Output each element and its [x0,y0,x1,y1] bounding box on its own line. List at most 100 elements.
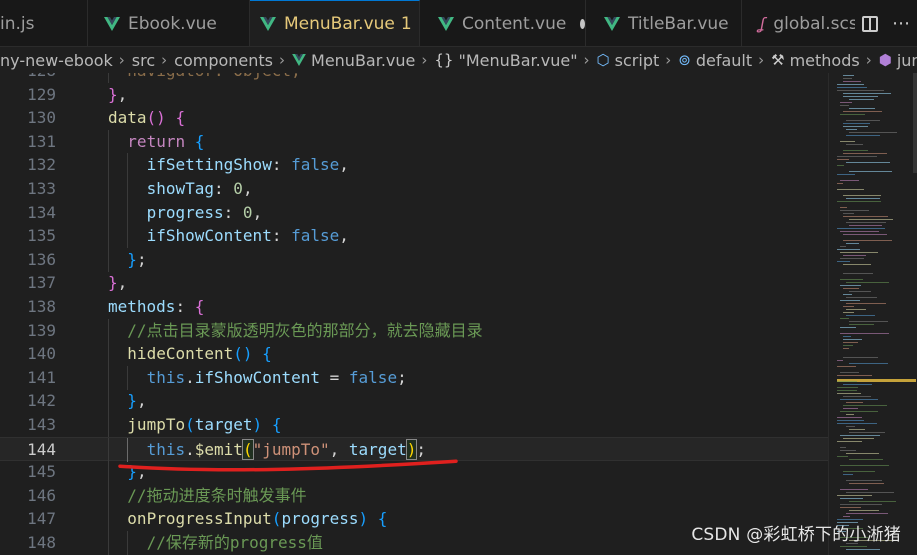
indent-guide [108,483,109,508]
code-token: } [127,391,137,411]
breadcrumb-item-module[interactable]: {} "MenuBar.vue" [434,51,577,70]
code-line[interactable]: 138 methods: { [0,295,828,319]
tab-menubar-vue[interactable]: MenuBar.vue 1 × [250,0,420,46]
watermark: CSDN @彩虹桥下的小淅猪 [691,525,901,545]
more-actions-icon[interactable]: ⋯ [892,13,910,34]
code-line[interactable]: 130 data() { [0,106,828,130]
line-number: 134 [27,202,56,222]
minimap-line [846,303,886,304]
indent-guide [108,365,109,390]
code-text: progress: 0, [147,201,263,225]
code-line[interactable]: 139 //点击目录蒙版透明灰色的那部分，就去隐藏目录 [0,318,828,343]
breadcrumb-label: "MenuBar.vue" [458,50,578,70]
tab-global-scss[interactable]: ʆ global.scss [742,0,862,46]
code-text: }; [127,248,146,272]
minimap-line [840,114,865,115]
scss-icon: ʆ [760,14,766,33]
line-number: 146 [27,485,56,505]
minimap-line [843,111,882,112]
minimap-line [849,219,893,220]
vue-icon [438,16,454,31]
minimap-line [849,132,897,133]
code-token: , [339,155,349,175]
code-token: : [271,226,292,246]
code-token: { [175,108,186,128]
code-token: //拖动进度条时触发事件 [127,485,307,505]
indent-guide [127,153,129,178]
tab-ebook-vue[interactable]: Ebook.vue [88,0,250,46]
code-editor[interactable]: 128navigator: Object,129},130data() {131… [0,73,828,555]
minimap-line [843,342,858,343]
breadcrumb-item-jumpto[interactable]: ⬢ jumpTo [879,51,917,70]
line-number: 132 [27,155,56,175]
code-token: , [291,73,301,80]
chevron-right-icon: › [279,51,286,69]
code-token: : [175,297,195,316]
code-line[interactable]: 144 this.$emit("jumpTo", target); [0,436,828,462]
line-number: 139 [27,320,56,340]
minimap-line [843,78,852,79]
minimap-line [843,348,849,349]
minimap[interactable] [828,73,917,555]
breadcrumb-item-methods[interactable]: ⚒ methods [771,51,860,70]
breadcrumb-item-default[interactable]: ⊚ default [678,51,752,70]
line-number: 133 [27,179,56,198]
tab-label: in.js [0,13,35,34]
indent-guide [108,200,109,225]
breadcrumb-item-root[interactable]: ny-new-ebook [0,51,113,70]
minimap-line [843,396,871,397]
code-line[interactable]: 131 return { [0,129,828,154]
minimap-line [843,153,887,154]
line-number: 135 [27,226,56,246]
breadcrumb-label: script [614,50,660,70]
minimap-line [843,438,874,439]
code-line[interactable]: 133 showTag: 0, [0,177,828,201]
scrollbar-thumb[interactable] [913,73,917,173]
tab-titlebar-vue[interactable]: TitleBar.vue [586,0,742,46]
tab-content-vue[interactable]: Content.vue [420,0,586,46]
code-line[interactable]: 145}, [0,460,828,485]
code-line[interactable]: 128 navigator: Object, [0,73,828,83]
code-line[interactable]: 135 ifShowContent: false, [0,224,828,249]
code-line[interactable]: 136}; [0,247,828,272]
breadcrumb-item-file[interactable]: MenuBar.vue [292,51,415,70]
minimap-line [840,447,846,448]
minimap-line [846,549,880,550]
tab-label: global.scss [773,13,862,34]
code-line[interactable]: 137}, [0,271,828,295]
code-line[interactable]: 146 //拖动进度条时触发事件 [0,483,828,508]
minimap-line [837,183,843,184]
code-token: ( [185,415,195,434]
split-editor-icon[interactable] [862,15,878,32]
minimap-line [843,255,866,256]
code-token: jumpTo [127,415,186,434]
unsaved-dot-icon[interactable] [580,18,585,29]
minimap-line [849,321,888,322]
code-line[interactable]: 143 jumpTo(target) { [0,413,828,437]
minimap-line [837,84,864,85]
tab-main-js[interactable]: in.js [0,0,88,46]
breadcrumb-item-components[interactable]: components [174,51,273,70]
code-line[interactable]: 141 this.ifShowContent = false; [0,365,828,390]
indent-guide [127,531,129,555]
code-token: 0 [233,179,243,198]
minimap-line [837,360,843,361]
minimap-line [846,480,882,481]
minimap-line [846,402,863,403]
code-text: this.ifShowContent = false; [147,366,407,390]
code-line[interactable]: 134 progress: 0, [0,200,828,225]
code-token: hideContent [127,344,234,364]
code-token: : [223,202,243,222]
indent-guide [108,73,109,83]
code-token: //点击目录蒙版透明灰色的那部分，就去隐藏目录 [127,320,483,340]
code-line[interactable]: 142}, [0,389,828,414]
code-line[interactable]: 132 ifSettingShow: false, [0,153,828,178]
minimap-line [843,471,875,472]
code-line[interactable]: 129}, [0,83,828,107]
code-line[interactable]: 140 hideContent() { [0,342,828,367]
braces-icon: {} [434,51,454,69]
breadcrumb-item-src[interactable]: src [132,51,155,70]
breadcrumb-item-script[interactable]: ⬡ script [597,51,660,70]
code-text: data() { [108,106,185,130]
minimap-line [843,306,854,307]
